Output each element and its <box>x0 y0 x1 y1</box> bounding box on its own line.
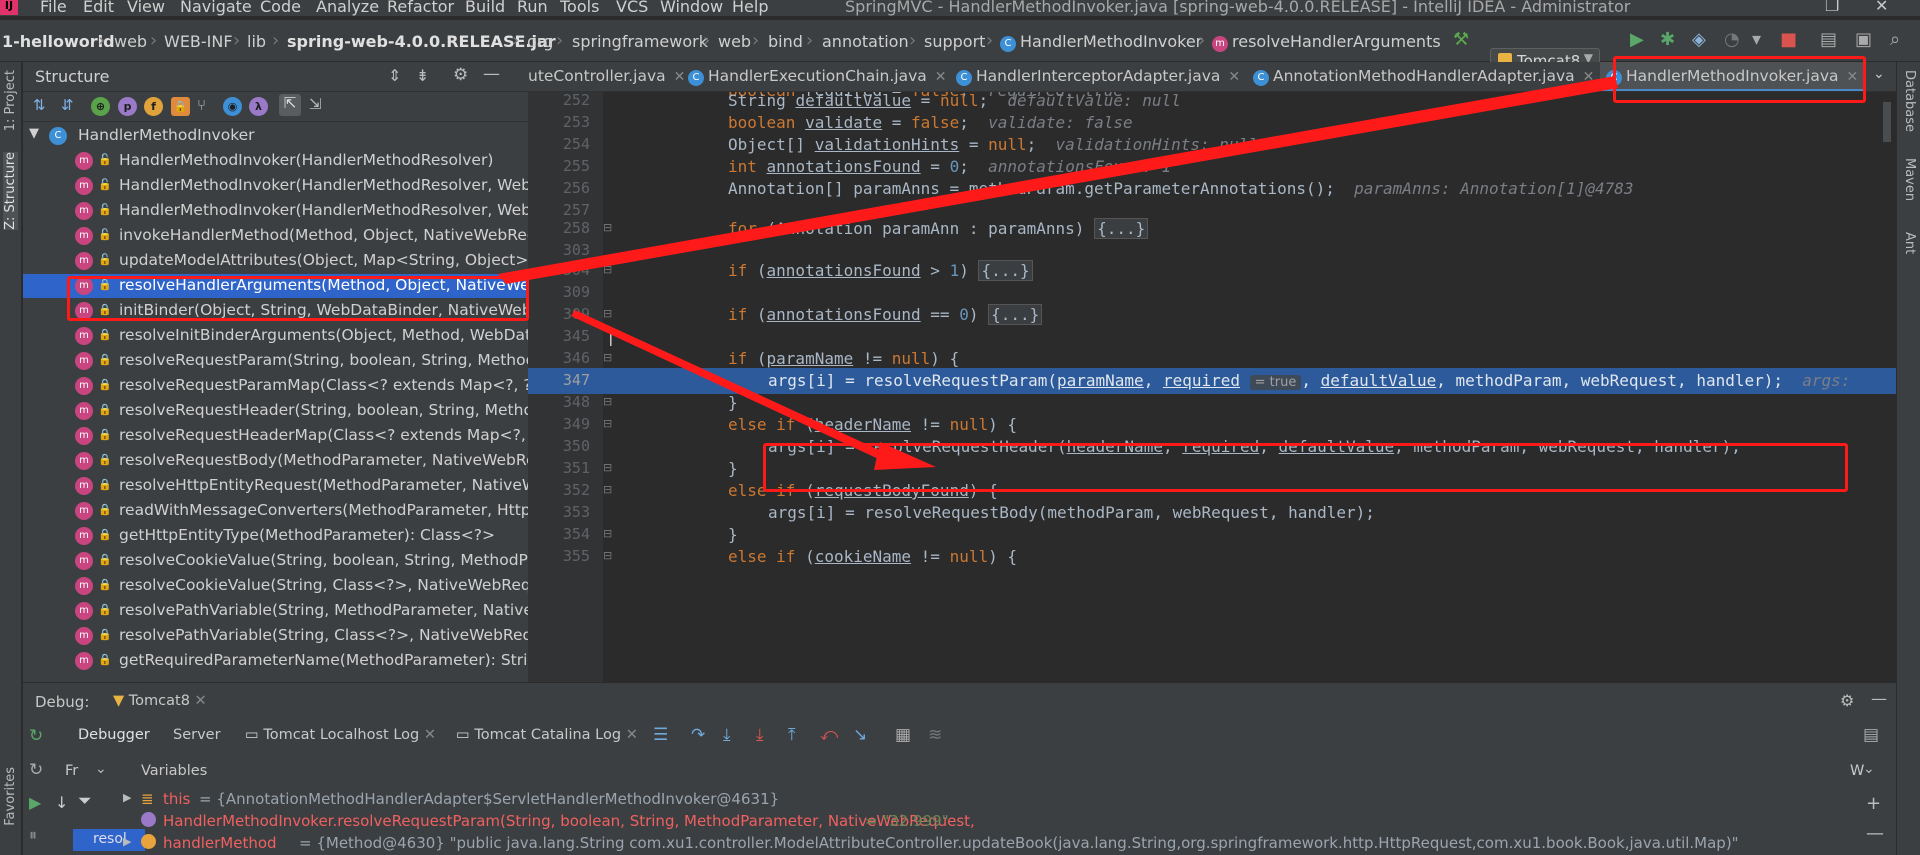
annotation-box-selected-method <box>67 276 529 321</box>
annotation-overlay <box>498 76 1618 470</box>
annotation-arrow <box>571 310 890 462</box>
annotation-box-active-tab <box>1613 56 1866 103</box>
annotation-box-current-line <box>763 443 1848 492</box>
annotation-arrow <box>498 76 1618 284</box>
